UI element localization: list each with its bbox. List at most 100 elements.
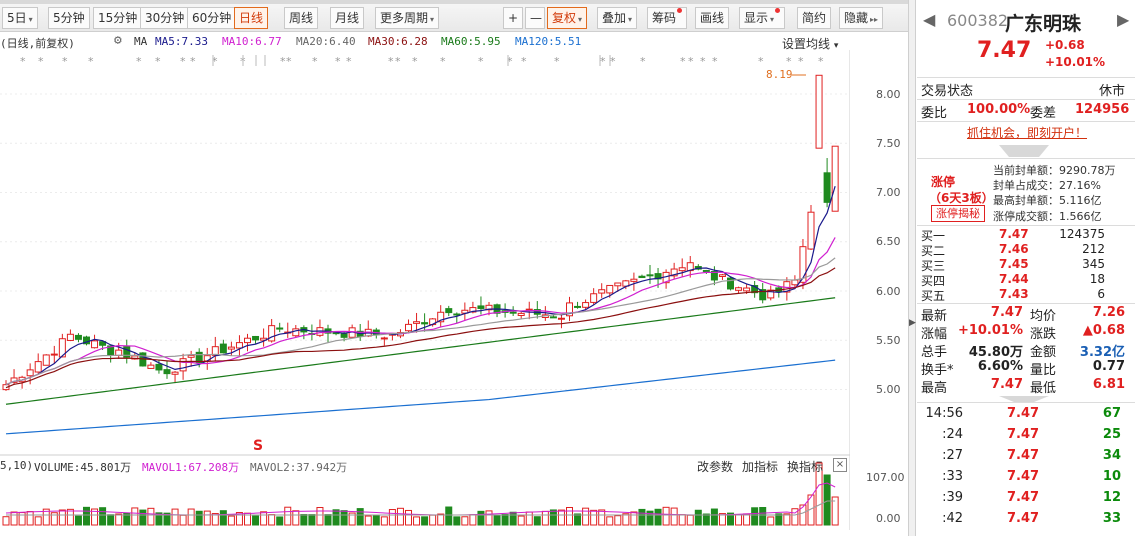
notification-dot-icon bbox=[775, 8, 781, 13]
prev-stock-icon[interactable]: ◀ bbox=[923, 10, 935, 29]
chips-button[interactable]: 筹码 bbox=[647, 7, 688, 29]
zoom-in-button[interactable]: + bbox=[503, 7, 523, 29]
period-30min-button[interactable]: 30分钟 bbox=[140, 7, 190, 29]
event-star-icon: * bbox=[610, 55, 616, 68]
stat-label: 涨跌 bbox=[1030, 327, 1057, 342]
volume-bar bbox=[702, 513, 710, 526]
adjust-button[interactable]: 复权 ▾ bbox=[547, 7, 588, 29]
open-account-link[interactable]: 抓住机会，即刻开户！ bbox=[927, 124, 1127, 142]
candle-body bbox=[405, 323, 412, 332]
period-5min-button[interactable]: 5分钟 bbox=[48, 7, 90, 29]
limit-up-label: 涨停 bbox=[931, 175, 956, 189]
volume-bar bbox=[767, 516, 775, 526]
collapse-tab-icon[interactable] bbox=[999, 145, 1049, 157]
tick-price: 7.47 bbox=[1007, 448, 1040, 463]
mavol1-value: MAVOL1:67.208万 bbox=[142, 461, 240, 474]
display-button[interactable]: 显示 ▾ bbox=[739, 7, 786, 29]
gear-icon[interactable]: ⚙ bbox=[114, 33, 122, 48]
volume-bar bbox=[219, 510, 227, 526]
volume-bar bbox=[751, 507, 759, 526]
candle-body bbox=[413, 321, 421, 324]
weibi-value: 100.00% bbox=[967, 102, 1031, 117]
candle-body bbox=[26, 369, 34, 377]
simple-mode-button[interactable]: 简约 bbox=[797, 7, 832, 29]
notification-dot-icon bbox=[677, 8, 683, 13]
zoom-out-button[interactable]: — bbox=[525, 7, 545, 29]
volume-bar bbox=[759, 507, 767, 526]
tick-price: 7.47 bbox=[1007, 469, 1040, 484]
candle-body bbox=[823, 172, 831, 203]
tick-time: :33 bbox=[942, 469, 963, 484]
ma20-line bbox=[5, 257, 836, 386]
divider bbox=[917, 158, 1135, 159]
period-weekly-button[interactable]: 周线 bbox=[284, 7, 319, 29]
volume-bar bbox=[549, 509, 557, 526]
close-icon[interactable]: × bbox=[833, 458, 847, 472]
divider bbox=[917, 402, 1135, 403]
event-star-icon: * bbox=[180, 55, 186, 68]
weibi-label: 委比 bbox=[921, 106, 948, 121]
stat-label: 涨幅 bbox=[921, 327, 948, 342]
period-15min-button[interactable]: 15分钟 bbox=[93, 7, 143, 29]
event-star-icon: * bbox=[818, 55, 824, 68]
tick-volume: 10 bbox=[1102, 469, 1121, 484]
period-5day-button[interactable]: 5日 ▾ bbox=[2, 7, 38, 29]
overlay-button[interactable]: 叠加 ▾ bbox=[597, 7, 638, 29]
candle-body bbox=[163, 369, 171, 375]
candle-body bbox=[147, 364, 155, 369]
ma30-value: MA30:6.28 bbox=[368, 35, 428, 48]
limit-up-reveal-button[interactable]: 涨停揭秘 bbox=[931, 205, 985, 222]
event-star-icon: * bbox=[335, 55, 341, 68]
volume-bar bbox=[493, 515, 501, 526]
stat-value: +10.01% bbox=[957, 323, 1023, 338]
chevron-down-icon: ▾ bbox=[28, 15, 33, 24]
ma20-value: MA20:6.40 bbox=[296, 35, 356, 48]
candle-body bbox=[815, 74, 823, 149]
draw-line-button[interactable]: 画线 bbox=[695, 7, 730, 29]
stat-row: 涨幅 +10.01% 涨跌 ▲0.68 bbox=[917, 323, 1135, 342]
panel-splitter[interactable] bbox=[908, 0, 916, 536]
price-tick: 6.50 bbox=[876, 235, 901, 248]
volume-bar bbox=[10, 511, 18, 526]
event-star-icon: * bbox=[395, 55, 401, 68]
mavol1-line bbox=[5, 482, 836, 516]
hide-button[interactable]: 隐藏 ▸▸ bbox=[839, 7, 884, 29]
next-stock-icon[interactable]: ▶ bbox=[1117, 10, 1129, 29]
tick-time: :39 bbox=[942, 490, 963, 505]
volume-bar bbox=[74, 515, 82, 526]
switch-indicator-button[interactable]: 换指标 bbox=[787, 458, 823, 475]
candle-body bbox=[517, 312, 525, 316]
stat-label: 最新 bbox=[921, 309, 948, 324]
period-daily-button[interactable]: 日线 bbox=[234, 7, 269, 29]
stat-value: 7.47 bbox=[990, 377, 1023, 392]
volume-averages bbox=[5, 482, 836, 516]
weicha-label: 委差 bbox=[1030, 106, 1057, 121]
event-star-icon: * bbox=[412, 55, 418, 68]
period-toolbar: 5日 ▾ 5分钟 15分钟 30分钟 60分钟 日线 周线 月线 更多周期 ▾ + … bbox=[0, 0, 910, 32]
seal-amount: 当前封单额：9290.78万 bbox=[993, 164, 1116, 177]
candle-body bbox=[606, 284, 614, 294]
volume-bar bbox=[413, 516, 421, 526]
stock-code: 600382 bbox=[947, 11, 1009, 30]
ma-label: MA bbox=[134, 35, 148, 48]
volume-bar bbox=[477, 510, 485, 526]
bid-volume: 124375 bbox=[1059, 227, 1105, 241]
add-indicator-button[interactable]: 加指标 bbox=[742, 458, 778, 475]
more-periods-button[interactable]: 更多周期 ▾ bbox=[375, 7, 440, 29]
volume-bar bbox=[284, 506, 292, 526]
order-book-row: 买二 7.46 212 bbox=[917, 242, 1135, 258]
trade-state-label: 交易状态 bbox=[921, 84, 974, 99]
volume-bar bbox=[517, 515, 525, 526]
quote-header: ◀ 600382 广东明珠 ▶ 7.47 +0.68 +10.01% bbox=[917, 0, 1135, 78]
ma-legend: (日线,前复权) ⚙ MA MA5:7.33 MA10:6.77 MA20:6.… bbox=[0, 33, 850, 51]
candle-body bbox=[42, 354, 50, 366]
period-monthly-button[interactable]: 月线 bbox=[330, 7, 365, 29]
volume-bar bbox=[735, 514, 743, 526]
candle-body bbox=[743, 287, 751, 292]
change-params-button[interactable]: 改参数 bbox=[697, 458, 733, 475]
volume-bar bbox=[533, 516, 541, 526]
collapse-arrow-icon[interactable]: ▶ bbox=[909, 318, 916, 328]
volume-bar bbox=[638, 508, 646, 526]
period-60min-button[interactable]: 60分钟 bbox=[187, 7, 237, 29]
candle-body bbox=[702, 269, 710, 272]
